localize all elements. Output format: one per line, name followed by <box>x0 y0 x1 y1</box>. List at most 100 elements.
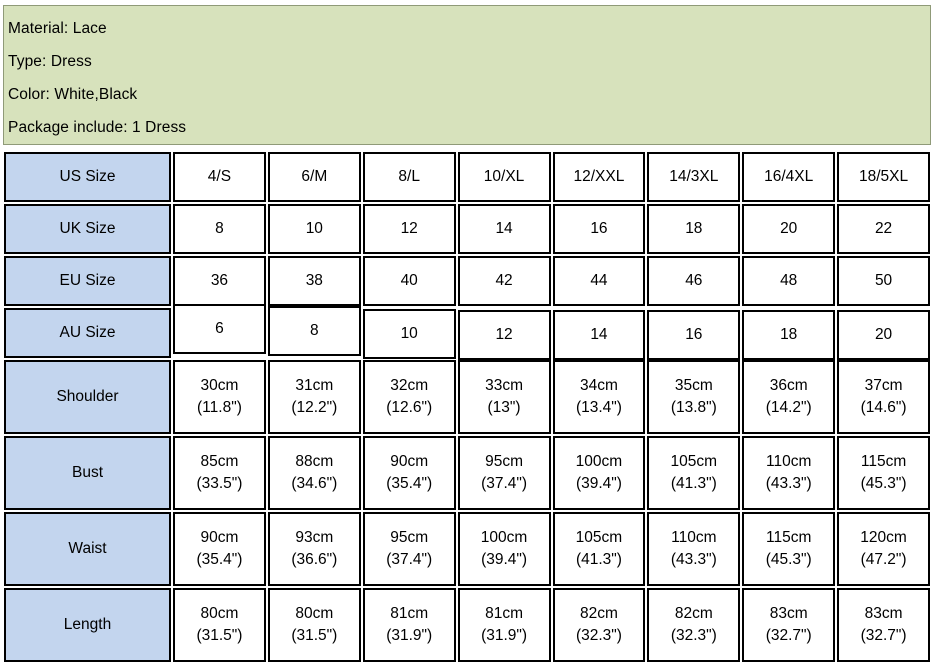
cell-length-5: 82cm (32.3") <box>647 588 740 662</box>
cell-eu-size-5: 46 <box>647 256 740 306</box>
cell-waist-5: 110cm (43.3") <box>647 512 740 586</box>
cell-us-size-3: 10/XL <box>458 152 551 202</box>
cell-bust-3-cm: 95cm <box>460 451 549 473</box>
cell-shoulder-4-inch: (13.4") <box>555 397 644 419</box>
cell-bust-5-inch: (41.3") <box>649 473 738 495</box>
cell-bust-0-inch: (33.5") <box>175 473 264 495</box>
size-chart-page: Material: Lace Type: Dress Color: White,… <box>0 0 935 653</box>
cell-length-6-inch: (32.7") <box>744 625 833 647</box>
cell-eu-size-7: 50 <box>837 256 930 306</box>
table-row-length: Length 80cm (31.5") 80cm (31.5") 81cm (3… <box>4 588 930 662</box>
cell-waist-3: 100cm (39.4") <box>458 512 551 586</box>
cell-length-0-cm: 80cm <box>175 603 264 625</box>
cell-length-1-cm: 80cm <box>270 603 359 625</box>
cell-bust-2: 90cm (35.4") <box>363 436 456 510</box>
cell-bust-6-cm: 110cm <box>744 451 833 473</box>
cell-bust-5-cm: 105cm <box>649 451 738 473</box>
cell-shoulder-2-inch: (12.6") <box>365 397 454 419</box>
cell-length-4-inch: (32.3") <box>555 625 644 647</box>
cell-waist-4: 105cm (41.3") <box>553 512 646 586</box>
cell-waist-6-inch: (45.3") <box>744 549 833 571</box>
product-info-material: Material: Lace <box>8 12 926 45</box>
cell-waist-6-cm: 115cm <box>744 527 833 549</box>
cell-length-4-cm: 82cm <box>555 603 644 625</box>
cell-waist-3-inch: (39.4") <box>460 549 549 571</box>
cell-length-2-cm: 81cm <box>365 603 454 625</box>
cell-shoulder-6-cm: 36cm <box>744 375 833 397</box>
cell-us-size-2: 8/L <box>363 152 456 202</box>
size-chart-table: US Size 4/S 6/M 8/L 10/XL 12/XXL 14/3XL … <box>2 150 932 664</box>
cell-length-7: 83cm (32.7") <box>837 588 930 662</box>
cell-waist-0-cm: 90cm <box>175 527 264 549</box>
cell-waist-1-inch: (36.6") <box>270 549 359 571</box>
cell-eu-size-2: 40 <box>363 256 456 306</box>
cell-shoulder-0: 30cm (11.8") <box>173 360 266 434</box>
cell-bust-1: 88cm (34.6") <box>268 436 361 510</box>
row-label-eu-size: EU Size <box>4 256 171 306</box>
cell-length-3: 81cm (31.9") <box>458 588 551 662</box>
cell-shoulder-4-cm: 34cm <box>555 375 644 397</box>
cell-length-2-inch: (31.9") <box>365 625 454 647</box>
cell-shoulder-3: 33cm (13") <box>458 360 551 434</box>
cell-waist-7-inch: (47.2") <box>839 549 928 571</box>
cell-au-size-4: 14 <box>553 310 646 360</box>
cell-uk-size-5: 18 <box>647 204 740 254</box>
cell-length-2: 81cm (31.9") <box>363 588 456 662</box>
product-info-panel: Material: Lace Type: Dress Color: White,… <box>3 5 931 145</box>
cell-bust-3: 95cm (37.4") <box>458 436 551 510</box>
cell-bust-5: 105cm (41.3") <box>647 436 740 510</box>
cell-waist-7-cm: 120cm <box>839 527 928 549</box>
cell-length-5-inch: (32.3") <box>649 625 738 647</box>
cell-shoulder-5-inch: (13.8") <box>649 397 738 419</box>
cell-bust-6-inch: (43.3") <box>744 473 833 495</box>
cell-waist-0: 90cm (35.4") <box>173 512 266 586</box>
cell-bust-2-inch: (35.4") <box>365 473 454 495</box>
cell-shoulder-1-inch: (12.2") <box>270 397 359 419</box>
table-row-shoulder: Shoulder 30cm (11.8") 31cm (12.2") 32cm … <box>4 360 930 434</box>
cell-shoulder-4: 34cm (13.4") <box>553 360 646 434</box>
cell-bust-7-cm: 115cm <box>839 451 928 473</box>
cell-us-size-7: 18/5XL <box>837 152 930 202</box>
cell-eu-size-6: 48 <box>742 256 835 306</box>
cell-bust-7-inch: (45.3") <box>839 473 928 495</box>
cell-us-size-1: 6/M <box>268 152 361 202</box>
row-label-waist: Waist <box>4 512 171 586</box>
cell-uk-size-4: 16 <box>553 204 646 254</box>
cell-uk-size-6: 20 <box>742 204 835 254</box>
cell-waist-6: 115cm (45.3") <box>742 512 835 586</box>
row-label-uk-size: UK Size <box>4 204 171 254</box>
cell-bust-4: 100cm (39.4") <box>553 436 646 510</box>
cell-au-size-2: 10 <box>363 309 456 359</box>
cell-shoulder-0-cm: 30cm <box>175 375 264 397</box>
cell-waist-7: 120cm (47.2") <box>837 512 930 586</box>
cell-eu-size-0: 36 <box>173 256 266 306</box>
cell-waist-4-cm: 105cm <box>555 527 644 549</box>
cell-au-size-7: 20 <box>837 310 930 360</box>
cell-bust-7: 115cm (45.3") <box>837 436 930 510</box>
row-label-length: Length <box>4 588 171 662</box>
cell-bust-1-cm: 88cm <box>270 451 359 473</box>
product-info-type: Type: Dress <box>8 45 926 78</box>
cell-eu-size-1: 38 <box>268 256 361 306</box>
cell-shoulder-0-inch: (11.8") <box>175 397 264 419</box>
cell-waist-5-cm: 110cm <box>649 527 738 549</box>
cell-shoulder-5-cm: 35cm <box>649 375 738 397</box>
cell-us-size-5: 14/3XL <box>647 152 740 202</box>
table-row-waist: Waist 90cm (35.4") 93cm (36.6") 95cm (37… <box>4 512 930 586</box>
cell-shoulder-3-inch: (13") <box>460 397 549 419</box>
cell-us-size-4: 12/XXL <box>553 152 646 202</box>
cell-length-1: 80cm (31.5") <box>268 588 361 662</box>
cell-length-4: 82cm (32.3") <box>553 588 646 662</box>
cell-us-size-0: 4/S <box>173 152 266 202</box>
cell-waist-2: 95cm (37.4") <box>363 512 456 586</box>
cell-shoulder-7: 37cm (14.6") <box>837 360 930 434</box>
table-row-uk-size: UK Size 8 10 12 14 16 18 20 22 <box>4 204 930 254</box>
row-label-au-size: AU Size <box>4 308 171 358</box>
cell-length-1-inch: (31.5") <box>270 625 359 647</box>
cell-bust-0-cm: 85cm <box>175 451 264 473</box>
cell-shoulder-2: 32cm (12.6") <box>363 360 456 434</box>
cell-waist-1: 93cm (36.6") <box>268 512 361 586</box>
cell-au-size-3: 12 <box>458 310 551 360</box>
cell-length-5-cm: 82cm <box>649 603 738 625</box>
cell-us-size-6: 16/4XL <box>742 152 835 202</box>
